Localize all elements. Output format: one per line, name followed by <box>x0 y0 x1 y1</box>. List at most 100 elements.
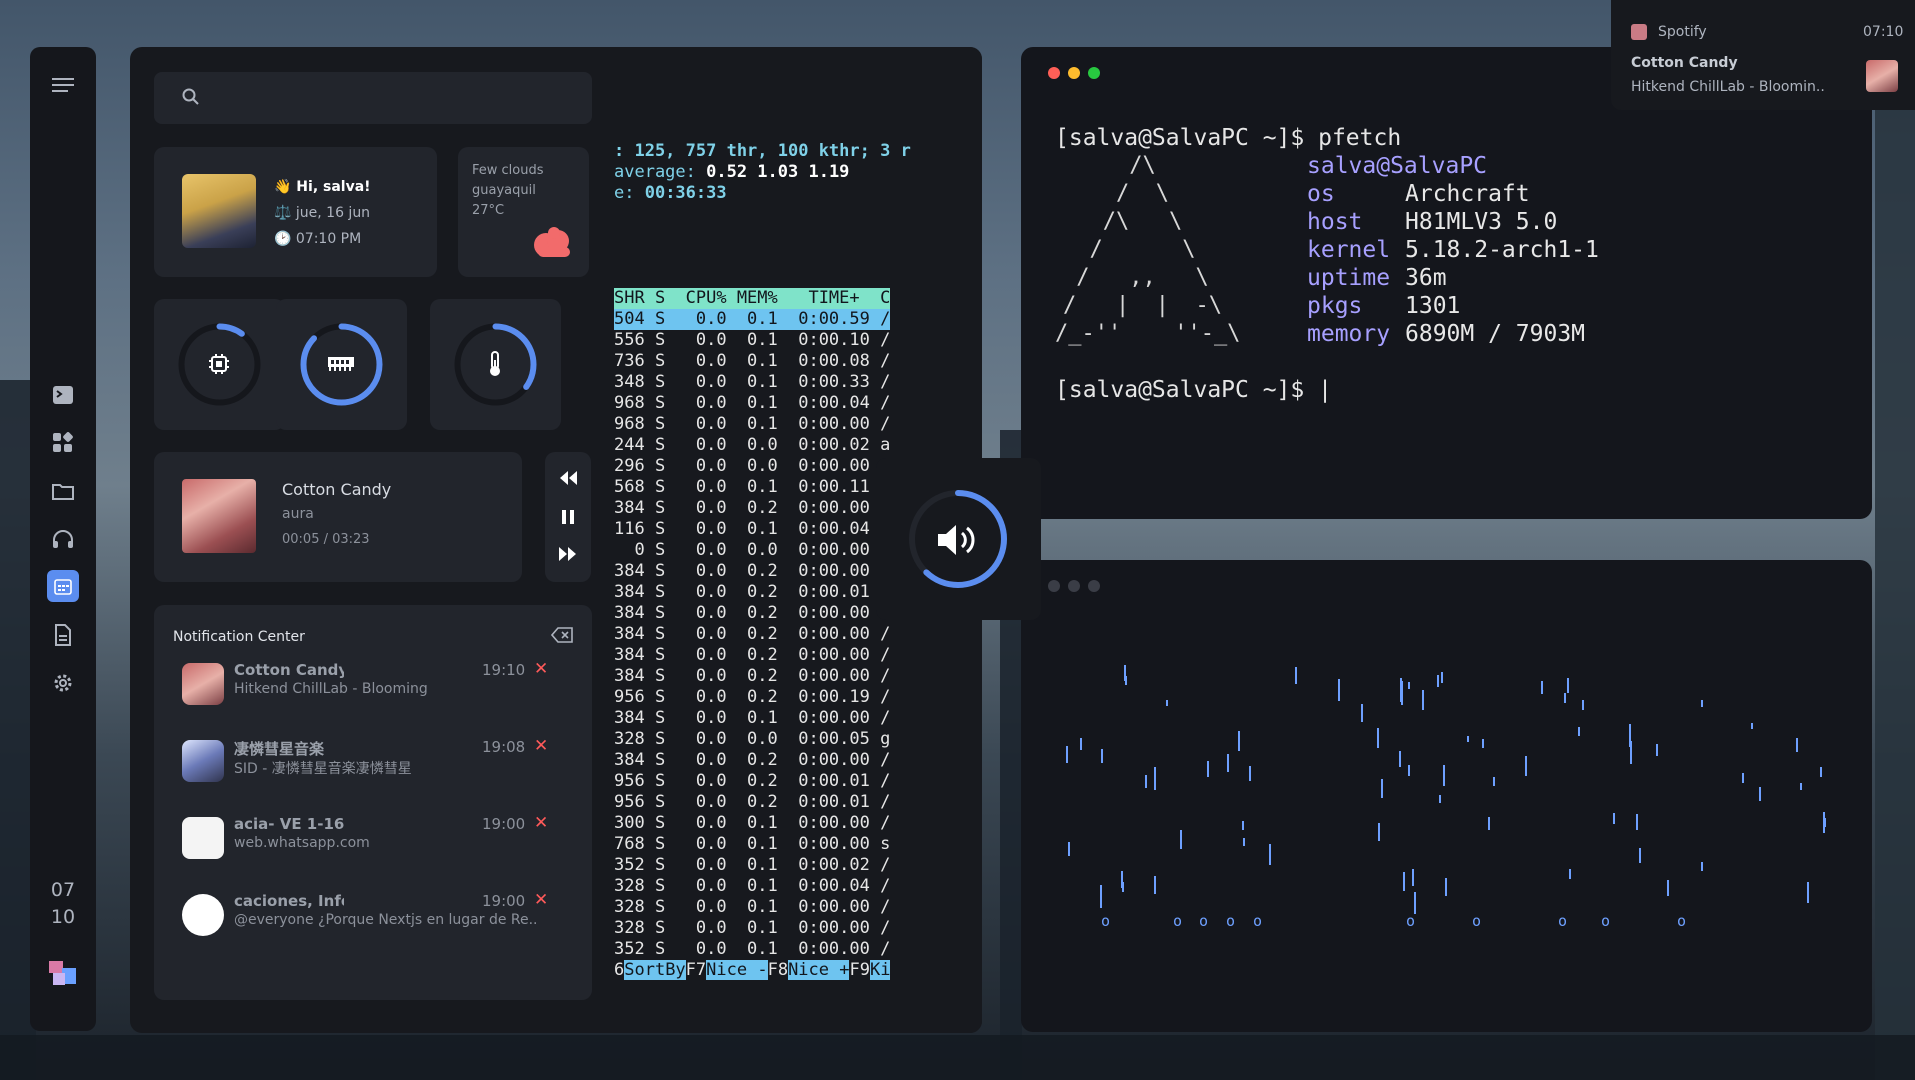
clear-notifications-icon[interactable] <box>550 627 573 647</box>
notification-item[interactable]: caciones, Info @everyone ¿Porque Nextjs e… <box>154 882 548 948</box>
process-row[interactable]: 956 S 0.0 0.2 0:00.01 /usr/ <box>614 792 890 813</box>
notification-time: 19:00 <box>482 892 526 910</box>
folder-icon[interactable] <box>47 475 79 507</box>
search-bar[interactable] <box>154 72 592 124</box>
cpu-gauge <box>154 299 285 430</box>
process-row[interactable]: 968 S 0.0 0.1 0:00.04 /usr/ <box>614 393 890 414</box>
menu-icon[interactable] <box>47 69 79 101</box>
process-row[interactable]: 556 S 0.0 0.1 0:00.10 /usr/ <box>614 330 890 351</box>
minimize-dot[interactable] <box>1068 67 1080 79</box>
notification-item[interactable]: Cotton Candy Hitkend ChillLab - Blooming 1… <box>154 651 548 717</box>
visualizer-bar <box>1408 765 1410 776</box>
close-dot[interactable] <box>1048 67 1060 79</box>
maximize-dot[interactable] <box>1088 67 1100 79</box>
avatar[interactable] <box>182 174 256 248</box>
process-row[interactable]: 384 S 0.0 0.2 0:00.00 <box>614 498 890 519</box>
spotify-notification[interactable]: Spotify 07:10 Cotton Candy Hitkend Chill… <box>1611 0 1915 110</box>
visualizer-bar <box>1751 723 1753 729</box>
process-row[interactable]: 352 S 0.0 0.1 0:00.00 /usr/ <box>614 939 890 960</box>
visualizer-bar <box>1445 878 1447 896</box>
visualizer-bar <box>1399 751 1401 767</box>
process-row[interactable]: 956 S 0.0 0.2 0:00.19 /usr/ <box>614 687 890 708</box>
launcher-icon[interactable] <box>47 957 79 989</box>
visualizer-bar <box>1227 754 1229 772</box>
previous-icon[interactable] <box>559 470 577 489</box>
visualizer-bar <box>1166 700 1168 706</box>
htop-uptime: e: 00:36:33 <box>614 183 964 204</box>
dismiss-icon[interactable]: ✕ <box>534 736 548 756</box>
prompt-line-2[interactable]: [salva@SalvaPC ~]$ | <box>1055 377 1332 403</box>
visualizer-bar <box>1701 700 1703 707</box>
process-row[interactable]: 504 S 0.0 0.1 0:00.59 /sbin <box>614 309 890 330</box>
visualizer-bar <box>1361 704 1363 722</box>
process-row[interactable]: 348 S 0.0 0.1 0:00.33 /usr/ <box>614 372 890 393</box>
visualizer-bar <box>1824 818 1826 827</box>
calendar-icon[interactable] <box>47 570 79 602</box>
clock-hour: 07 <box>50 879 76 901</box>
process-row[interactable]: 956 S 0.0 0.2 0:00.01 /usr/ <box>614 771 890 792</box>
footer-key: 6 <box>614 960 625 980</box>
process-row[interactable]: 968 S 0.0 0.1 0:00.00 /usr/ <box>614 414 890 435</box>
search-icon <box>182 88 200 110</box>
maximize-dot[interactable] <box>1088 580 1100 592</box>
document-icon[interactable] <box>47 619 79 651</box>
info-label: memory <box>1307 321 1391 347</box>
footer-label[interactable]: Nice + <box>788 960 850 980</box>
process-row[interactable]: 328 S 0.0 0.1 0:00.00 /usr/ <box>614 918 890 939</box>
terminal-icon[interactable] <box>47 379 79 411</box>
close-dot[interactable] <box>1048 580 1060 592</box>
ram-gauge <box>276 299 407 430</box>
footer-label[interactable]: Kill <box>869 960 890 980</box>
visualizer-bar <box>1564 693 1566 703</box>
footer-label[interactable]: Nice - <box>706 960 768 980</box>
visualizer-bar <box>1408 682 1410 689</box>
process-row[interactable]: 384 S 0.0 0.2 0:00.01 <box>614 582 890 603</box>
minimize-dot[interactable] <box>1068 580 1080 592</box>
visualizer-bar <box>1541 681 1543 694</box>
process-row[interactable]: 328 S 0.0 0.0 0:00.05 gpg-a <box>614 729 890 750</box>
process-row[interactable]: 768 S 0.0 0.1 0:00.00 sshd: <box>614 834 890 855</box>
process-row[interactable]: 328 S 0.0 0.1 0:00.04 /usr/ <box>614 876 890 897</box>
process-row[interactable]: 384 S 0.0 0.2 0:00.00 /usr/ <box>614 750 890 771</box>
dismiss-icon[interactable]: ✕ <box>534 890 548 910</box>
thermometer-icon <box>488 351 502 381</box>
process-row[interactable]: 0 S 0.0 0.0 0:00.00 <box>614 540 890 561</box>
process-row[interactable]: 300 S 0.0 0.1 0:00.00 /usr/ <box>614 813 890 834</box>
visualizer-bar <box>1242 821 1244 830</box>
process-row[interactable]: 384 S 0.0 0.1 0:00.00 /usr/ <box>614 708 890 729</box>
pause-icon[interactable] <box>562 509 574 528</box>
visualizer-bar <box>1578 727 1580 736</box>
notification-item[interactable]: 凄憐彗星音楽 SID - 凄憐彗星音楽凄憐彗星 19:08 ✕ <box>154 728 548 794</box>
headphones-icon[interactable] <box>47 523 79 555</box>
visualizer-bar <box>1403 872 1405 891</box>
process-row[interactable]: 384 S 0.0 0.2 0:00.00 <box>614 561 890 582</box>
notification-item[interactable]: acia- VE 1-16 web.whatsapp.com 19:00 ✕ <box>154 805 548 871</box>
time-label: 🕑 07:10 PM <box>274 231 362 247</box>
search-input[interactable] <box>214 84 574 112</box>
process-row[interactable]: 352 S 0.0 0.1 0:00.02 /usr/ <box>614 855 890 876</box>
notification-title: acia- VE 1-16 <box>234 815 344 833</box>
dismiss-icon[interactable]: ✕ <box>534 659 548 679</box>
apps-icon[interactable] <box>47 427 79 459</box>
visualizer-bar <box>1807 882 1809 903</box>
visualizer-bar <box>1630 741 1632 764</box>
process-row[interactable]: 384 S 0.0 0.2 0:00.00 /usr/ <box>614 624 890 645</box>
dismiss-icon[interactable]: ✕ <box>534 813 548 833</box>
album-art[interactable] <box>182 479 256 553</box>
htop-footer: 6SortByF7Nice -F8Nice +F9Kill <box>614 960 890 981</box>
footer-label[interactable]: SortBy <box>624 960 686 980</box>
settings-icon[interactable] <box>47 667 79 699</box>
process-row[interactable]: 736 S 0.0 0.1 0:00.08 /usr/ <box>614 351 890 372</box>
process-row[interactable]: 116 S 0.0 0.1 0:00.04 <box>614 519 890 540</box>
process-row[interactable]: 328 S 0.0 0.1 0:00.00 /usr/ <box>614 897 890 918</box>
process-row[interactable]: 384 S 0.0 0.2 0:00.00 /usr/ <box>614 645 890 666</box>
process-row[interactable]: 384 S 0.0 0.2 0:00.00 /usr/ <box>614 666 890 687</box>
next-icon[interactable] <box>559 546 577 565</box>
process-row[interactable]: 384 S 0.0 0.2 0:00.00 <box>614 603 890 624</box>
process-row[interactable]: 296 S 0.0 0.0 0:00.00 <box>614 456 890 477</box>
process-row[interactable]: 568 S 0.0 0.1 0:00.11 <box>614 477 890 498</box>
visualizer-peak: o <box>1472 912 1482 930</box>
notification-title: caciones, Info <box>234 892 344 910</box>
visualizer-bar <box>1068 842 1070 856</box>
process-row[interactable]: 244 S 0.0 0.0 0:00.02 avahi <box>614 435 890 456</box>
